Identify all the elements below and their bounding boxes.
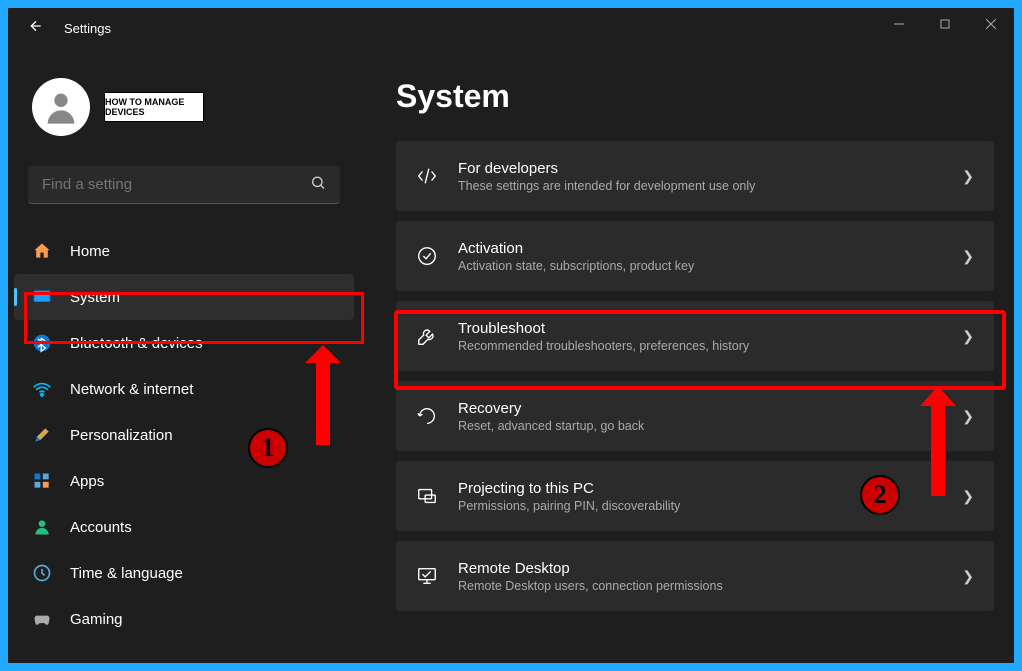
card-activation[interactable]: Activation Activation state, subscriptio…	[396, 221, 994, 291]
developers-icon	[416, 165, 438, 187]
card-subtitle: Permissions, pairing PIN, discoverabilit…	[458, 499, 942, 513]
gamepad-icon	[32, 609, 52, 629]
clock-icon	[32, 563, 52, 583]
card-for-developers[interactable]: For developers These settings are intend…	[396, 141, 994, 211]
project-icon	[416, 485, 438, 507]
close-button[interactable]	[968, 8, 1014, 40]
page-title: System	[396, 78, 994, 115]
nav-label: Network & internet	[70, 381, 193, 398]
chevron-right-icon: ❯	[962, 568, 974, 585]
card-title: Activation	[458, 240, 942, 257]
main-content: System For developers These settings are…	[360, 48, 1014, 663]
card-title: Troubleshoot	[458, 320, 942, 337]
nav-system[interactable]: System	[14, 274, 354, 320]
nav-label: Apps	[70, 473, 104, 490]
nav-accounts[interactable]: Accounts	[8, 504, 360, 550]
card-remote-desktop[interactable]: Remote Desktop Remote Desktop users, con…	[396, 541, 994, 611]
bluetooth-icon	[32, 333, 52, 353]
settings-window: Settings HOW TO MANAGE DEVICES	[8, 8, 1014, 663]
card-subtitle: Reset, advanced startup, go back	[458, 419, 942, 433]
nav-label: System	[70, 289, 120, 306]
minimize-button[interactable]	[876, 8, 922, 40]
nav-time-language[interactable]: Time & language	[8, 550, 360, 596]
chevron-right-icon: ❯	[962, 248, 974, 265]
chevron-right-icon: ❯	[962, 168, 974, 185]
avatar	[32, 78, 90, 136]
card-subtitle: Remote Desktop users, connection permiss…	[458, 579, 942, 593]
profile-section[interactable]: HOW TO MANAGE DEVICES	[8, 58, 360, 166]
nav-gaming[interactable]: Gaming	[8, 596, 360, 642]
nav-label: Home	[70, 243, 110, 260]
card-title: Recovery	[458, 400, 942, 417]
back-button[interactable]	[28, 18, 44, 39]
card-projecting[interactable]: Projecting to this PC Permissions, pairi…	[396, 461, 994, 531]
card-recovery[interactable]: Recovery Reset, advanced startup, go bac…	[396, 381, 994, 451]
card-subtitle: Recommended troubleshooters, preferences…	[458, 339, 942, 353]
sidebar: HOW TO MANAGE DEVICES Home S	[8, 48, 360, 663]
titlebar: Settings	[8, 8, 1014, 48]
nav-home[interactable]: Home	[8, 228, 360, 274]
card-title: Remote Desktop	[458, 560, 942, 577]
nav-bluetooth[interactable]: Bluetooth & devices	[8, 320, 360, 366]
brush-icon	[32, 425, 52, 445]
person-icon	[32, 517, 52, 537]
nav-label: Accounts	[70, 519, 132, 536]
recovery-icon	[416, 405, 438, 427]
home-icon	[32, 241, 52, 261]
window-title: Settings	[64, 21, 111, 36]
card-title: For developers	[458, 160, 942, 177]
nav-label: Bluetooth & devices	[70, 335, 203, 352]
nav-label: Time & language	[70, 565, 183, 582]
nav-apps[interactable]: Apps	[8, 458, 360, 504]
chevron-right-icon: ❯	[962, 488, 974, 505]
remote-icon	[416, 565, 438, 587]
profile-logo: HOW TO MANAGE DEVICES	[104, 92, 204, 122]
maximize-button[interactable]	[922, 8, 968, 40]
nav-personalization[interactable]: Personalization	[8, 412, 360, 458]
nav-network[interactable]: Network & internet	[8, 366, 360, 412]
search-icon	[310, 175, 326, 196]
check-circle-icon	[416, 245, 438, 267]
nav-list: Home System Bluetooth & devices Network …	[8, 220, 360, 650]
system-icon	[32, 287, 52, 307]
apps-icon	[32, 471, 52, 491]
nav-label: Gaming	[70, 611, 123, 628]
card-subtitle: Activation state, subscriptions, product…	[458, 259, 942, 273]
card-title: Projecting to this PC	[458, 480, 942, 497]
wrench-icon	[416, 325, 438, 347]
card-subtitle: These settings are intended for developm…	[458, 179, 942, 193]
window-controls	[876, 8, 1014, 40]
card-troubleshoot[interactable]: Troubleshoot Recommended troubleshooters…	[396, 301, 994, 371]
chevron-right-icon: ❯	[962, 328, 974, 345]
wifi-icon	[32, 379, 52, 399]
nav-label: Personalization	[70, 427, 173, 444]
search-input[interactable]	[28, 166, 340, 204]
chevron-right-icon: ❯	[962, 408, 974, 425]
